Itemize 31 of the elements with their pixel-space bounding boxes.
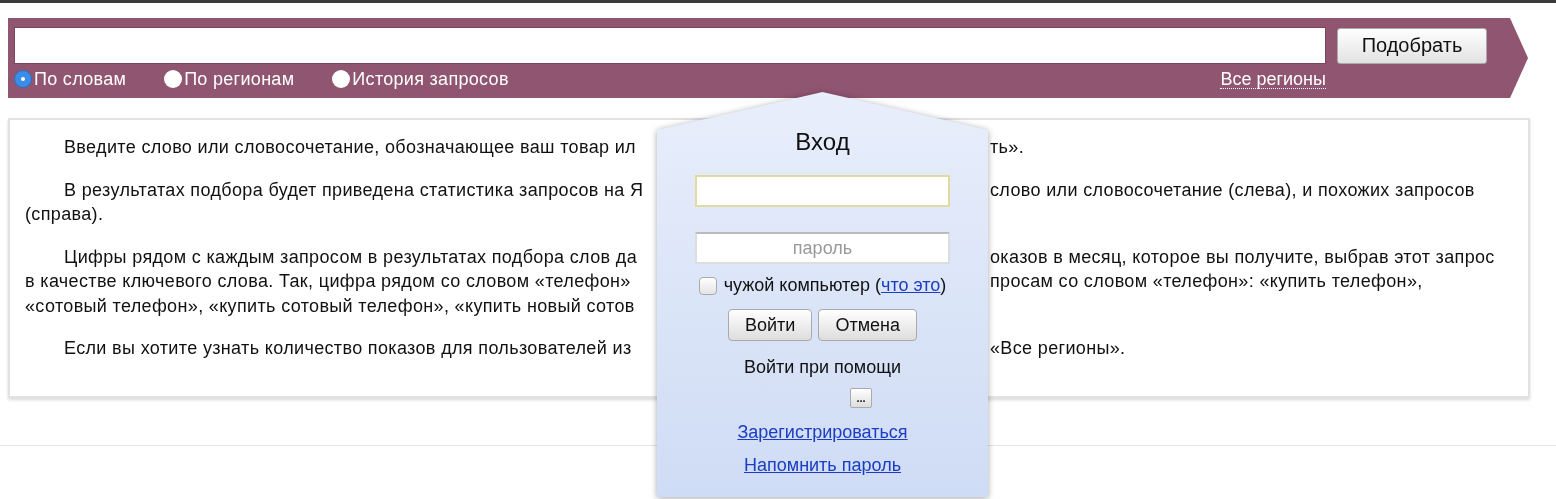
paragraph-text: (справа). [25,204,104,224]
radio-button[interactable] [332,70,351,88]
login-button[interactable]: Войти [728,309,813,341]
paragraph-text: Цифры рядом с каждым запросом в результатах подбора слов да [64,246,638,267]
more-button[interactable]: ... [850,388,872,408]
login-title: Вход [795,128,850,156]
remind-password-link[interactable]: Напомнить пароль [744,455,901,476]
paragraph-text: «сотовый телефон», «купить сотовый телефон», «купить новый сотов [25,295,635,316]
paragraph-text: «Все регионы». [990,338,1126,358]
submit-button[interactable]: Подобрать [1337,27,1487,64]
paragraph-text: в качестве ключевого слова. Так, цифра рядом со словом «телефон» [25,271,631,291]
alt-login-label: Войти при помощи [743,357,902,378]
search-field[interactable] [14,27,1326,64]
radio-button[interactable] [164,70,183,88]
paragraph-text: Если вы хотите узнать количество показов для пользователей из [64,338,632,358]
paragraph-text: слово или словосочетание (слева), и похожих запросов [990,179,1475,200]
radio-label[interactable]: По регионам [184,68,295,90]
region-link[interactable]: Все регионы [1220,69,1326,89]
paragraph-text: оказов в месяц, которое вы получите, выбрав этот запрос [990,246,1495,267]
checkbox[interactable] [698,276,717,295]
paragraph-text: В результатах подбора будет приведена статистика запросов на Я [64,179,644,200]
paragraph-text: просам со словом «телефон»: «купить телефон», [990,271,1423,291]
checkbox-label: чужой компьютер (что это) [723,275,947,296]
paragraph-text: ть». [990,137,1025,157]
radio-button[interactable] [14,70,32,88]
register-link[interactable]: Зарегистрироваться [737,422,908,443]
radio-label[interactable]: По словам [34,68,127,90]
login-field[interactable] [695,175,950,207]
paragraph-text: Введите слово или словосочетание, обозначающее ваш товар ил [64,137,636,157]
cancel-button[interactable]: Отмена [818,309,917,341]
radio-label[interactable]: История запросов [352,68,509,90]
